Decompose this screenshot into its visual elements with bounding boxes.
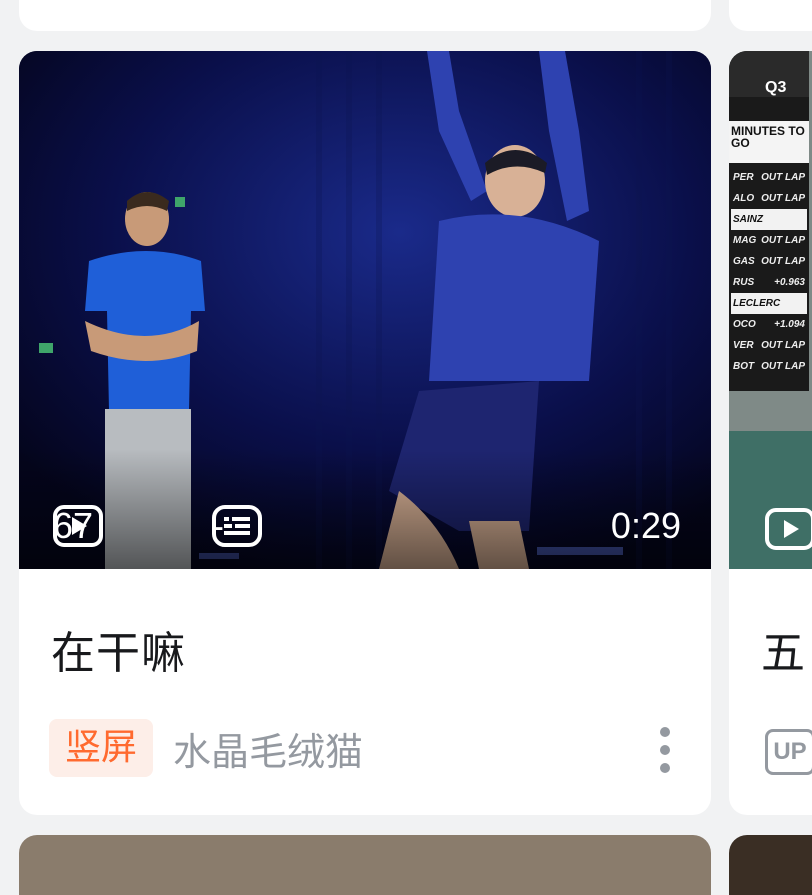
scoreboard-row: ALO OUT LAP [731, 188, 807, 209]
scoreboard-row: VER OUT LAP [731, 335, 807, 356]
scoreboard-status: OUT LAP [761, 361, 805, 372]
scoreboard-status: +1.094 [774, 319, 805, 330]
play-count-icon [765, 508, 812, 550]
more-icon[interactable] [649, 727, 681, 773]
scoreboard-row: BOT OUT LAP [731, 356, 807, 377]
scoreboard-driver: ALO [733, 193, 755, 204]
scoreboard-minutes-label: MINUTES TO GO [731, 124, 805, 150]
video-duration: 0:29 [610, 505, 681, 546]
scoreboard-row: LECLERC [731, 293, 807, 314]
video-card-previous-right[interactable] [729, 0, 812, 31]
scoreboard-status: OUT LAP [761, 172, 805, 183]
video-title[interactable]: 在干嘛 [51, 617, 186, 681]
scoreboard-row: RUS +0.963 [731, 272, 807, 293]
up-badge: UP [765, 729, 812, 775]
video-thumbnail-right[interactable]: Q3 MINUTES TO GO PER OUT LAP ALO OUT LAP SAI… [729, 51, 812, 569]
thumbnail-overlay [19, 449, 711, 569]
danmaku-count: - [212, 505, 262, 547]
scoreboard-row: PER OUT LAP [731, 167, 807, 188]
scoreboard-driver: SAINZ [733, 214, 763, 225]
scoreboard-driver: PER [733, 172, 754, 183]
scoreboard-row: GAS OUT LAP [731, 251, 807, 272]
scoreboard-driver: OCO [733, 319, 756, 330]
scoreboard-driver: LECLERC [733, 298, 781, 309]
scoreboard-status: OUT LAP [761, 256, 805, 267]
play-count-icon [53, 505, 103, 547]
scoreboard-driver: MAG [733, 235, 757, 246]
danmaku-icon [212, 505, 262, 547]
scoreboard-driver: GAS [733, 256, 755, 267]
scoreboard-status: OUT LAP [761, 235, 805, 246]
video-card-next[interactable] [19, 835, 711, 895]
video-thumbnail[interactable]: 67 - 0:29 [19, 51, 711, 569]
scoreboard-status: OUT LAP [761, 340, 805, 351]
view-count: 67 [53, 505, 103, 547]
scoreboard-driver: RUS [733, 277, 755, 288]
scoreboard-driver: VER [733, 340, 754, 351]
video-card[interactable]: 67 - 0:29 在干嘛 竖屏 水晶毛绒猫 [19, 51, 711, 815]
scoreboard-session: Q3 [765, 79, 787, 96]
scoreboard-status: OUT LAP [761, 193, 805, 204]
video-card-next-right[interactable] [729, 835, 812, 895]
vertical-screen-tag: 竖屏 [49, 719, 154, 777]
scoreboard-driver: BOT [733, 361, 755, 372]
scoreboard-row: OCO +1.094 [731, 314, 807, 335]
author-name[interactable]: 水晶毛绒猫 [173, 723, 363, 781]
video-card-right[interactable]: Q3 MINUTES TO GO PER OUT LAP ALO OUT LAP SAI… [729, 51, 812, 815]
scoreboard-rows: PER OUT LAP ALO OUT LAP SAINZ MAG OUT LAP GAS OU… [731, 167, 807, 377]
scoreboard-status: +0.963 [774, 277, 805, 288]
video-title-right[interactable]: 五 [761, 617, 805, 681]
scoreboard-row: SAINZ [731, 209, 807, 230]
video-card-previous[interactable] [19, 0, 711, 31]
scoreboard-row: MAG OUT LAP [731, 230, 807, 251]
